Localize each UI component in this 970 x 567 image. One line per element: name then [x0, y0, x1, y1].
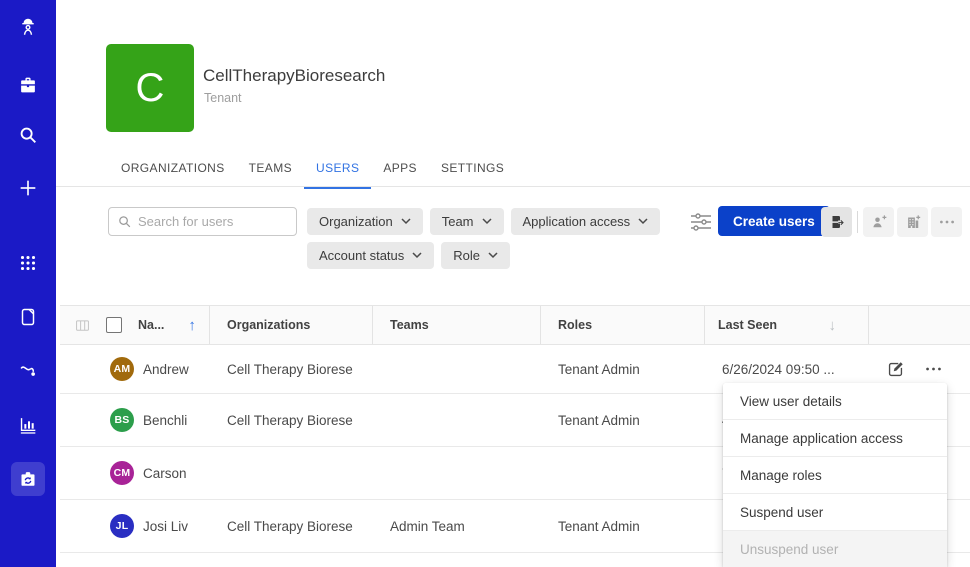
add-to-team-button[interactable] — [863, 207, 894, 237]
briefcase-sync-icon[interactable] — [17, 468, 39, 490]
worker-icon[interactable] — [17, 16, 39, 38]
cell-roles: Tenant Admin — [541, 500, 705, 552]
filter-team[interactable]: Team — [430, 208, 504, 235]
filter-label: Team — [442, 214, 474, 229]
menu-item-manage-application-access[interactable]: Manage application access — [723, 420, 947, 457]
avatar: BS — [110, 408, 134, 432]
tenant-avatar: C — [106, 44, 194, 132]
tab-organizations[interactable]: ORGANIZATIONS — [109, 155, 237, 189]
filter-label: Organization — [319, 214, 393, 229]
apps-grid-icon[interactable] — [17, 252, 39, 274]
chevron-down-icon — [638, 218, 648, 225]
cell-organizations: Cell Therapy Biorese — [210, 394, 373, 446]
table-header: Na... ↑ Organizations Teams Roles Last S… — [60, 305, 970, 345]
column-header-actions — [869, 306, 970, 344]
avatar: JL — [110, 514, 134, 538]
filter-organization[interactable]: Organization — [307, 208, 423, 235]
filter-label: Account status — [319, 248, 404, 263]
tab-users[interactable]: USERS — [304, 155, 371, 189]
menu-item-manage-roles[interactable]: Manage roles — [723, 457, 947, 494]
add-building-icon — [904, 213, 922, 231]
filter-application-access[interactable]: Application access — [511, 208, 661, 235]
bar-chart-icon[interactable] — [17, 414, 39, 436]
add-to-organization-button[interactable] — [897, 207, 928, 237]
column-header-last-seen[interactable]: Last Seen ↓ — [705, 306, 869, 344]
column-selector-icon[interactable] — [75, 318, 90, 333]
cell-teams — [373, 447, 541, 499]
app-sidebar — [0, 0, 56, 567]
column-header-organizations[interactable]: Organizations — [210, 306, 373, 344]
cell-organizations: Cell Therapy Biorese — [210, 500, 373, 552]
briefcase-icon[interactable] — [17, 74, 39, 96]
page-title: CellTherapyBioresearch — [203, 66, 385, 86]
sort-ascending-icon[interactable]: ↑ — [188, 317, 196, 334]
plus-icon[interactable] — [17, 177, 39, 199]
cell-roles: Tenant Admin — [541, 345, 705, 393]
user-name[interactable]: Andrew — [143, 362, 189, 377]
cell-teams — [373, 394, 541, 446]
row-actions-menu: View user details Manage application acc… — [723, 383, 947, 567]
menu-item-view-user-details[interactable]: View user details — [723, 383, 947, 420]
cell-roles: Tenant Admin — [541, 394, 705, 446]
export-users-button[interactable] — [821, 207, 852, 237]
cell-teams: Admin Team — [373, 500, 541, 552]
menu-item-unsuspend-user: Unsuspend user — [723, 531, 947, 567]
ellipsis-icon — [925, 366, 942, 372]
select-all-checkbox[interactable] — [106, 317, 122, 333]
ellipsis-icon — [939, 219, 955, 225]
avatar: AM — [110, 357, 134, 381]
tenant-users-page: C CellTherapyBioresearch Tenant ORGANIZA… — [0, 0, 970, 567]
row-more-actions-button[interactable] — [925, 366, 942, 372]
column-header-teams[interactable]: Teams — [373, 306, 541, 344]
filter-row-2: Account status Role — [307, 242, 510, 269]
cell-teams — [373, 345, 541, 393]
filter-label: Role — [453, 248, 480, 263]
tab-settings[interactable]: SETTINGS — [429, 155, 516, 189]
column-header-name[interactable]: Na... — [138, 318, 164, 332]
chevron-down-icon — [482, 218, 492, 225]
menu-item-suspend-user[interactable]: Suspend user — [723, 494, 947, 531]
cell-organizations: Cell Therapy Biorese — [210, 345, 373, 393]
user-name[interactable]: Josi Liv — [143, 519, 188, 534]
tenant-tabs: ORGANIZATIONS TEAMS USERS APPS SETTINGS — [109, 155, 516, 189]
export-icon — [828, 213, 846, 231]
tab-apps[interactable]: APPS — [371, 155, 429, 189]
avatar: CM — [110, 461, 134, 485]
edit-user-button[interactable] — [886, 360, 905, 379]
search-icon — [117, 214, 132, 229]
sort-descending-icon[interactable]: ↓ — [829, 317, 837, 334]
add-user-icon — [870, 213, 888, 231]
chevron-down-icon — [401, 218, 411, 225]
column-header-label: Last Seen — [718, 318, 777, 332]
page-subtitle: Tenant — [204, 91, 242, 105]
more-actions-button[interactable] — [931, 207, 962, 237]
cell-organizations — [210, 447, 373, 499]
user-name[interactable]: Benchli — [143, 413, 187, 428]
tab-teams[interactable]: TEAMS — [237, 155, 304, 189]
user-search[interactable] — [108, 207, 297, 236]
search-icon[interactable] — [17, 124, 39, 146]
filter-role[interactable]: Role — [441, 242, 510, 269]
toolbar-divider — [857, 211, 858, 233]
user-name[interactable]: Carson — [143, 466, 187, 481]
create-users-button[interactable]: Create users — [718, 206, 830, 236]
column-header-roles[interactable]: Roles — [541, 306, 705, 344]
cell-roles — [541, 447, 705, 499]
edit-icon — [886, 360, 905, 379]
chevron-down-icon — [488, 252, 498, 259]
filter-account-status[interactable]: Account status — [307, 242, 434, 269]
table-settings-icon[interactable] — [690, 212, 712, 232]
tabs-divider — [56, 186, 970, 187]
chevron-down-icon — [412, 252, 422, 259]
filter-row-1: Organization Team Application access — [307, 208, 660, 235]
pipeline-icon[interactable] — [17, 360, 39, 382]
notebook-icon[interactable] — [17, 306, 39, 328]
search-input[interactable] — [138, 214, 288, 229]
filter-label: Application access — [523, 214, 631, 229]
